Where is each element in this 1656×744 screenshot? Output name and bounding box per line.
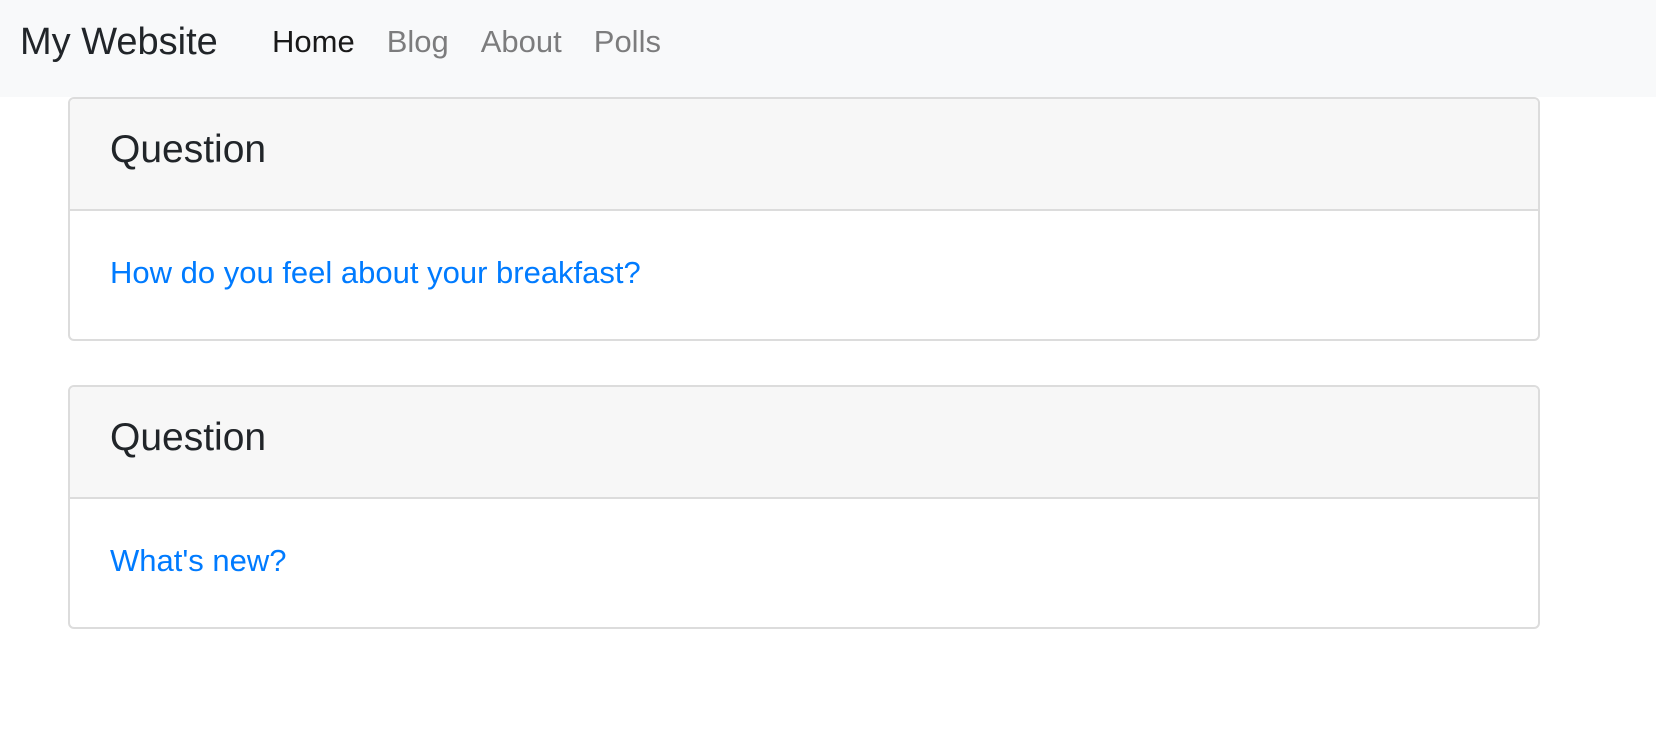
- nav-item-polls[interactable]: Polls: [594, 24, 661, 59]
- nav-item-blog[interactable]: Blog: [387, 24, 449, 59]
- card-header: Question: [70, 99, 1538, 211]
- card-body: How do you feel about your breakfast?: [70, 211, 1538, 339]
- question-card: Question How do you feel about your brea…: [68, 97, 1540, 341]
- top-navbar: My Website Home Blog About Polls: [0, 0, 1656, 97]
- question-link[interactable]: How do you feel about your breakfast?: [110, 253, 641, 293]
- card-title: Question: [110, 128, 267, 171]
- nav-item-home[interactable]: Home: [272, 24, 355, 59]
- question-link[interactable]: What's new?: [110, 541, 287, 581]
- nav-item-about[interactable]: About: [481, 24, 562, 59]
- question-card: Question What's new?: [68, 385, 1540, 629]
- site-brand-link[interactable]: My Website: [20, 20, 218, 64]
- card-title: Question: [110, 416, 267, 459]
- nav-menu: Home Blog About Polls: [272, 22, 693, 62]
- card-header: Question: [70, 387, 1538, 499]
- card-body: What's new?: [70, 499, 1538, 627]
